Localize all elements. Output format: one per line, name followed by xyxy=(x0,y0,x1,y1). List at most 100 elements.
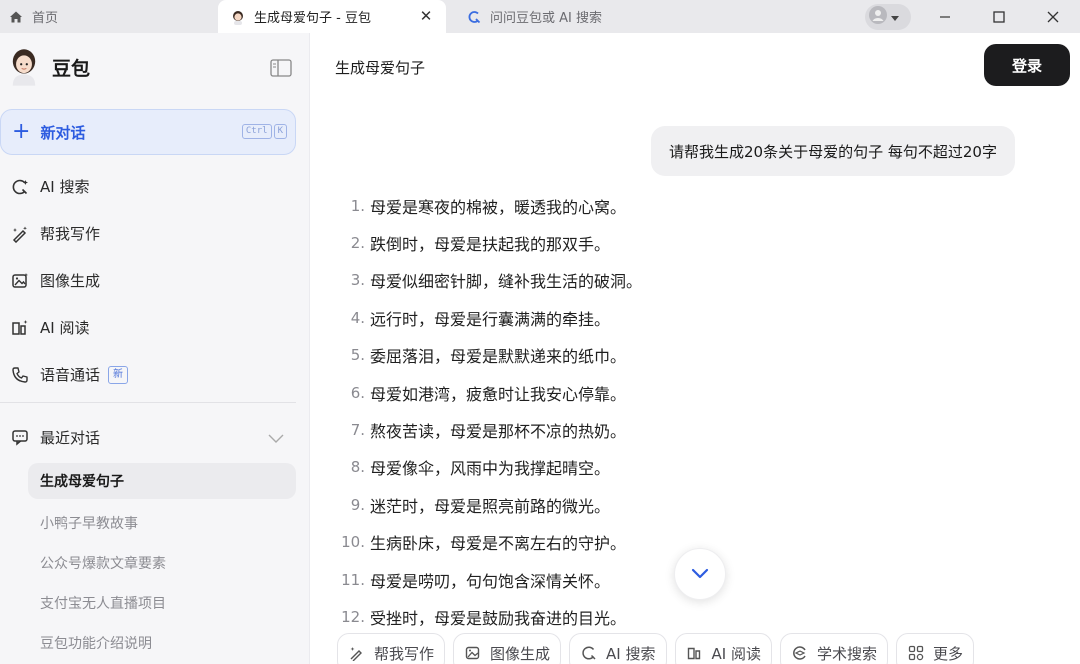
list-text: 母爱是唠叨，句句饱含深情关怀。 xyxy=(370,571,611,591)
ai-search-icon xyxy=(466,9,482,25)
sidebar-item-label: 语音通话 xyxy=(40,366,101,384)
history-item[interactable]: 支付宝无人直播项目 xyxy=(28,583,296,623)
new-chat-button[interactable]: + 新对话 Ctrl K xyxy=(0,109,296,155)
list-item: 11. 母爱是唠叨，句句饱含深情关怀。 xyxy=(331,561,971,598)
caret-down-icon xyxy=(891,7,899,26)
doubao-avatar-icon xyxy=(230,9,246,25)
list-item: 3. 母爱似细密针脚，缝补我生活的破洞。 xyxy=(331,262,971,299)
tool-write-button[interactable]: 帮我写作 xyxy=(337,633,446,664)
list-text: 远行时，母爱是行囊满满的牵挂。 xyxy=(370,309,611,329)
list-text: 熬夜苦读，母爱是那杯不凉的热奶。 xyxy=(370,422,627,442)
history-item[interactable]: 公众号爆款文章要素 xyxy=(28,543,296,583)
tool-label: 学术搜索 xyxy=(816,644,877,663)
ai-search-icon xyxy=(580,644,598,662)
sidebar-item-ai-search[interactable]: AI 搜索 xyxy=(0,163,310,210)
login-button[interactable]: 登录 xyxy=(984,44,1070,86)
list-item: 12. 受挫时，母爱是鼓励我奋进的目光。 xyxy=(331,598,971,627)
browser-tab-bar: 首页 生成母爱句子 - 豆包 ✕ 问问豆包或 AI 搜索 xyxy=(0,0,1080,33)
list-item: 10. 生病卧床，母爱是不离左右的守护。 xyxy=(331,524,971,561)
list-number: 7. xyxy=(350,421,365,440)
list-text: 跌倒时，母爱是扶起我的那双手。 xyxy=(370,235,611,255)
sidebar-item-label: AI 阅读 xyxy=(40,319,90,337)
sidebar-item-label: 图像生成 xyxy=(40,272,101,290)
tab-home[interactable]: 首页 xyxy=(0,0,218,33)
history-item-active[interactable]: 生成母爱句子 xyxy=(28,463,296,499)
new-badge: 新 xyxy=(108,365,129,384)
sidebar-nav: AI 搜索 帮我写作 图像生成 AI 阅读 语音通话 新 xyxy=(0,163,310,398)
tool-ai-search-button[interactable]: AI 搜索 xyxy=(569,633,667,664)
list-item: 6. 母爱如港湾，疲惫时让我安心停靠。 xyxy=(331,374,971,411)
list-item: 7. 熬夜苦读，母爱是那杯不凉的热奶。 xyxy=(331,411,971,448)
profile-menu[interactable] xyxy=(858,0,918,33)
tab-home-label: 首页 xyxy=(32,11,59,26)
chevron-down-icon xyxy=(691,565,709,584)
list-item: 8. 母爱像伞，风雨中为我撑起晴空。 xyxy=(331,449,971,486)
list-number: 10. xyxy=(341,533,365,552)
tool-ai-read-button[interactable]: AI 阅读 xyxy=(674,633,772,664)
tab-current-chat-label: 生成母爱句子 - 豆包 xyxy=(254,11,371,26)
sidebar-toggle-icon[interactable] xyxy=(270,59,292,77)
user-icon xyxy=(869,5,887,28)
list-item: 9. 迷茫时，母爱是照亮前路的微光。 xyxy=(331,486,971,523)
tab-current-chat[interactable]: 生成母爱句子 - 豆包 ✕ xyxy=(218,0,446,33)
list-number: 12. xyxy=(341,607,365,626)
list-number: 9. xyxy=(350,495,365,514)
list-text: 委屈落泪，母爱是默默递来的纸巾。 xyxy=(370,347,627,367)
list-text: 母爱如港湾，疲惫时让我安心停靠。 xyxy=(370,384,627,404)
list-item: 1. 母爱是寒夜的棉被，暖透我的心窝。 xyxy=(331,187,971,224)
read-icon xyxy=(686,644,704,662)
list-number: 6. xyxy=(350,383,365,402)
write-icon xyxy=(348,644,366,662)
tool-academic-search-button[interactable]: 学术搜索 xyxy=(779,633,888,664)
write-icon xyxy=(10,224,30,244)
history-item[interactable]: 豆包功能介绍说明 xyxy=(28,623,296,663)
answer-list: 1. 母爱是寒夜的棉被，暖透我的心窝。 2. 跌倒时，母爱是扶起我的那双手。 3. 母… xyxy=(331,187,971,627)
tab-search[interactable]: 问问豆包或 AI 搜索 xyxy=(446,0,676,33)
sidebar-item-image-gen[interactable]: 图像生成 xyxy=(0,257,310,304)
list-text: 生病卧床，母爱是不离左右的守护。 xyxy=(370,534,627,554)
list-number: 3. xyxy=(350,271,365,290)
new-chat-shortcut: Ctrl K xyxy=(241,124,287,139)
brand-name: 豆包 xyxy=(52,57,91,80)
home-icon xyxy=(8,9,24,25)
scroll-to-bottom-button[interactable] xyxy=(674,548,726,600)
minimize-button[interactable] xyxy=(918,0,972,33)
tab-search-label: 问问豆包或 AI 搜索 xyxy=(490,11,602,26)
recent-chats-header[interactable]: 最近对话 xyxy=(0,414,296,460)
academic-icon xyxy=(791,644,809,662)
doubao-avatar xyxy=(10,47,38,87)
history-item[interactable]: 小鸭子早教故事 xyxy=(28,503,296,543)
image-icon xyxy=(10,271,30,291)
quick-tools-bar: 帮我写作 图像生成 AI 搜索 AI 阅读 学术搜索 更多 xyxy=(337,633,974,664)
list-number: 5. xyxy=(350,346,365,365)
sidebar-item-ai-read[interactable]: AI 阅读 xyxy=(0,304,310,351)
tool-label: AI 阅读 xyxy=(711,644,761,663)
new-chat-label: 新对话 xyxy=(40,123,86,142)
maximize-button[interactable] xyxy=(972,0,1026,33)
list-text: 母爱是寒夜的棉被，暖透我的心窝。 xyxy=(370,197,627,217)
sidebar-item-write[interactable]: 帮我写作 xyxy=(0,210,310,257)
phone-icon xyxy=(10,365,30,385)
tool-more-button[interactable]: 更多 xyxy=(895,633,974,664)
list-number: 1. xyxy=(350,196,365,215)
user-message-bubble: 请帮我生成20条关于母爱的句子 每句不超过20字 xyxy=(651,126,1015,176)
tool-label: 帮我写作 xyxy=(374,644,435,663)
tool-image-button[interactable]: 图像生成 xyxy=(453,633,562,664)
list-text: 母爱似细密针脚，缝补我生活的破洞。 xyxy=(370,272,643,292)
chat-title: 生成母爱句子 xyxy=(335,59,426,77)
list-number: 2. xyxy=(350,234,365,253)
ai-search-icon xyxy=(10,177,30,197)
shortcut-key: K xyxy=(273,124,287,139)
recent-chats-label: 最近对话 xyxy=(40,428,101,447)
chat-history-list: 生成母爱句子 小鸭子早教故事 公众号爆款文章要素 支付宝无人直播项目 豆包功能介… xyxy=(28,463,296,663)
sidebar-item-voice-call[interactable]: 语音通话 新 xyxy=(0,351,310,398)
close-window-button[interactable] xyxy=(1026,0,1080,33)
close-tab-icon[interactable]: ✕ xyxy=(418,7,434,25)
chevron-down-icon xyxy=(268,430,284,448)
list-number: 11. xyxy=(341,570,365,589)
brand[interactable]: 豆包 xyxy=(10,47,90,87)
list-number: 4. xyxy=(350,308,365,327)
shortcut-key: Ctrl xyxy=(241,124,272,139)
more-icon xyxy=(907,644,925,662)
sidebar-item-label: 帮我写作 xyxy=(40,225,101,243)
